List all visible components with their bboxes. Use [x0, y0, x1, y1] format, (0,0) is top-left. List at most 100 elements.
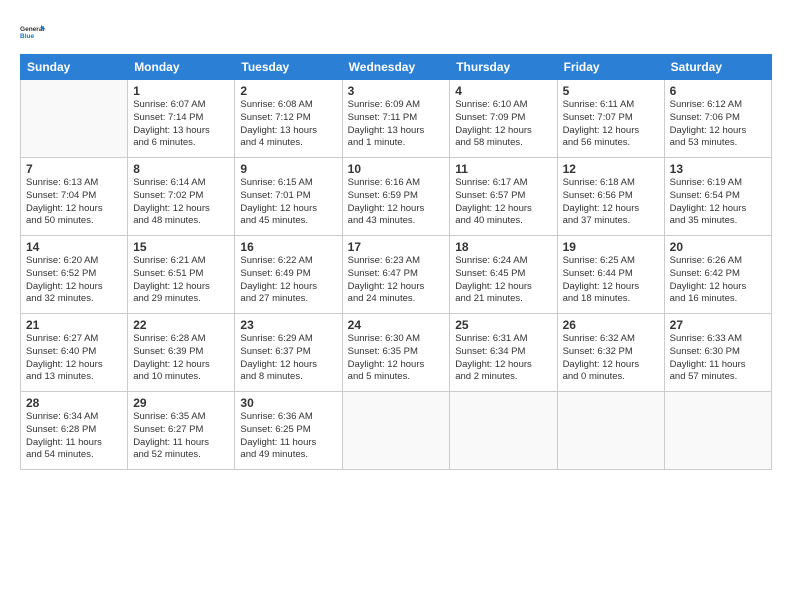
day-number: 24 [348, 318, 445, 332]
day-info: Sunrise: 6:28 AMSunset: 6:39 PMDaylight:… [133, 333, 229, 384]
day-info: Sunrise: 6:33 AMSunset: 6:30 PMDaylight:… [670, 333, 766, 384]
day-number: 2 [240, 84, 336, 98]
day-number: 26 [563, 318, 659, 332]
calendar-table: SundayMondayTuesdayWednesdayThursdayFrid… [20, 54, 772, 470]
calendar-cell: 23Sunrise: 6:29 AMSunset: 6:37 PMDayligh… [235, 314, 342, 392]
calendar-cell [450, 392, 557, 470]
calendar-cell: 19Sunrise: 6:25 AMSunset: 6:44 PMDayligh… [557, 236, 664, 314]
day-number: 20 [670, 240, 766, 254]
calendar-cell: 5Sunrise: 6:11 AMSunset: 7:07 PMDaylight… [557, 80, 664, 158]
day-info: Sunrise: 6:24 AMSunset: 6:45 PMDaylight:… [455, 255, 551, 306]
day-info: Sunrise: 6:10 AMSunset: 7:09 PMDaylight:… [455, 99, 551, 150]
calendar-cell: 8Sunrise: 6:14 AMSunset: 7:02 PMDaylight… [128, 158, 235, 236]
day-info: Sunrise: 6:09 AMSunset: 7:11 PMDaylight:… [348, 99, 445, 150]
calendar-cell: 1Sunrise: 6:07 AMSunset: 7:14 PMDaylight… [128, 80, 235, 158]
week-row-3: 14Sunrise: 6:20 AMSunset: 6:52 PMDayligh… [21, 236, 772, 314]
day-info: Sunrise: 6:13 AMSunset: 7:04 PMDaylight:… [26, 177, 122, 228]
day-number: 6 [670, 84, 766, 98]
calendar-cell: 20Sunrise: 6:26 AMSunset: 6:42 PMDayligh… [664, 236, 771, 314]
calendar-header-sunday: Sunday [21, 55, 128, 80]
calendar-cell: 22Sunrise: 6:28 AMSunset: 6:39 PMDayligh… [128, 314, 235, 392]
calendar-cell: 14Sunrise: 6:20 AMSunset: 6:52 PMDayligh… [21, 236, 128, 314]
week-row-2: 7Sunrise: 6:13 AMSunset: 7:04 PMDaylight… [21, 158, 772, 236]
week-row-1: 1Sunrise: 6:07 AMSunset: 7:14 PMDaylight… [21, 80, 772, 158]
day-info: Sunrise: 6:08 AMSunset: 7:12 PMDaylight:… [240, 99, 336, 150]
day-number: 22 [133, 318, 229, 332]
day-number: 18 [455, 240, 551, 254]
day-info: Sunrise: 6:31 AMSunset: 6:34 PMDaylight:… [455, 333, 551, 384]
day-info: Sunrise: 6:14 AMSunset: 7:02 PMDaylight:… [133, 177, 229, 228]
day-info: Sunrise: 6:19 AMSunset: 6:54 PMDaylight:… [670, 177, 766, 228]
day-info: Sunrise: 6:25 AMSunset: 6:44 PMDaylight:… [563, 255, 659, 306]
calendar-cell: 7Sunrise: 6:13 AMSunset: 7:04 PMDaylight… [21, 158, 128, 236]
day-number: 9 [240, 162, 336, 176]
day-number: 3 [348, 84, 445, 98]
day-number: 5 [563, 84, 659, 98]
day-number: 1 [133, 84, 229, 98]
calendar-cell [342, 392, 450, 470]
day-number: 29 [133, 396, 229, 410]
day-number: 10 [348, 162, 445, 176]
calendar-cell: 28Sunrise: 6:34 AMSunset: 6:28 PMDayligh… [21, 392, 128, 470]
calendar-cell: 18Sunrise: 6:24 AMSunset: 6:45 PMDayligh… [450, 236, 557, 314]
calendar-header-row: SundayMondayTuesdayWednesdayThursdayFrid… [21, 55, 772, 80]
day-info: Sunrise: 6:29 AMSunset: 6:37 PMDaylight:… [240, 333, 336, 384]
logo-icon: GeneralBlue [20, 18, 48, 46]
day-number: 30 [240, 396, 336, 410]
day-info: Sunrise: 6:26 AMSunset: 6:42 PMDaylight:… [670, 255, 766, 306]
week-row-5: 28Sunrise: 6:34 AMSunset: 6:28 PMDayligh… [21, 392, 772, 470]
day-number: 16 [240, 240, 336, 254]
day-number: 23 [240, 318, 336, 332]
svg-text:Blue: Blue [20, 33, 34, 40]
calendar-cell: 6Sunrise: 6:12 AMSunset: 7:06 PMDaylight… [664, 80, 771, 158]
day-info: Sunrise: 6:35 AMSunset: 6:27 PMDaylight:… [133, 411, 229, 462]
day-info: Sunrise: 6:36 AMSunset: 6:25 PMDaylight:… [240, 411, 336, 462]
day-info: Sunrise: 6:30 AMSunset: 6:35 PMDaylight:… [348, 333, 445, 384]
calendar-cell: 10Sunrise: 6:16 AMSunset: 6:59 PMDayligh… [342, 158, 450, 236]
header: GeneralBlue [20, 18, 772, 46]
day-info: Sunrise: 6:17 AMSunset: 6:57 PMDaylight:… [455, 177, 551, 228]
day-info: Sunrise: 6:07 AMSunset: 7:14 PMDaylight:… [133, 99, 229, 150]
day-info: Sunrise: 6:32 AMSunset: 6:32 PMDaylight:… [563, 333, 659, 384]
day-info: Sunrise: 6:34 AMSunset: 6:28 PMDaylight:… [26, 411, 122, 462]
logo: GeneralBlue [20, 18, 48, 46]
day-info: Sunrise: 6:16 AMSunset: 6:59 PMDaylight:… [348, 177, 445, 228]
calendar-header-saturday: Saturday [664, 55, 771, 80]
day-number: 27 [670, 318, 766, 332]
calendar-cell: 12Sunrise: 6:18 AMSunset: 6:56 PMDayligh… [557, 158, 664, 236]
day-info: Sunrise: 6:15 AMSunset: 7:01 PMDaylight:… [240, 177, 336, 228]
calendar-cell: 4Sunrise: 6:10 AMSunset: 7:09 PMDaylight… [450, 80, 557, 158]
calendar-header-friday: Friday [557, 55, 664, 80]
calendar-cell: 17Sunrise: 6:23 AMSunset: 6:47 PMDayligh… [342, 236, 450, 314]
day-number: 14 [26, 240, 122, 254]
day-number: 15 [133, 240, 229, 254]
svg-text:General: General [20, 26, 44, 33]
day-info: Sunrise: 6:27 AMSunset: 6:40 PMDaylight:… [26, 333, 122, 384]
day-number: 28 [26, 396, 122, 410]
calendar-cell: 26Sunrise: 6:32 AMSunset: 6:32 PMDayligh… [557, 314, 664, 392]
calendar-cell: 27Sunrise: 6:33 AMSunset: 6:30 PMDayligh… [664, 314, 771, 392]
day-info: Sunrise: 6:21 AMSunset: 6:51 PMDaylight:… [133, 255, 229, 306]
calendar-cell: 13Sunrise: 6:19 AMSunset: 6:54 PMDayligh… [664, 158, 771, 236]
calendar-header-wednesday: Wednesday [342, 55, 450, 80]
day-number: 8 [133, 162, 229, 176]
calendar-header-thursday: Thursday [450, 55, 557, 80]
day-info: Sunrise: 6:18 AMSunset: 6:56 PMDaylight:… [563, 177, 659, 228]
calendar-cell: 25Sunrise: 6:31 AMSunset: 6:34 PMDayligh… [450, 314, 557, 392]
day-info: Sunrise: 6:20 AMSunset: 6:52 PMDaylight:… [26, 255, 122, 306]
calendar-cell: 30Sunrise: 6:36 AMSunset: 6:25 PMDayligh… [235, 392, 342, 470]
calendar-cell [557, 392, 664, 470]
day-number: 11 [455, 162, 551, 176]
calendar-header-monday: Monday [128, 55, 235, 80]
week-row-4: 21Sunrise: 6:27 AMSunset: 6:40 PMDayligh… [21, 314, 772, 392]
day-number: 4 [455, 84, 551, 98]
day-number: 13 [670, 162, 766, 176]
day-number: 25 [455, 318, 551, 332]
calendar-header-tuesday: Tuesday [235, 55, 342, 80]
calendar-cell: 2Sunrise: 6:08 AMSunset: 7:12 PMDaylight… [235, 80, 342, 158]
day-info: Sunrise: 6:23 AMSunset: 6:47 PMDaylight:… [348, 255, 445, 306]
day-number: 17 [348, 240, 445, 254]
calendar-cell [664, 392, 771, 470]
calendar-cell: 11Sunrise: 6:17 AMSunset: 6:57 PMDayligh… [450, 158, 557, 236]
calendar-cell: 24Sunrise: 6:30 AMSunset: 6:35 PMDayligh… [342, 314, 450, 392]
